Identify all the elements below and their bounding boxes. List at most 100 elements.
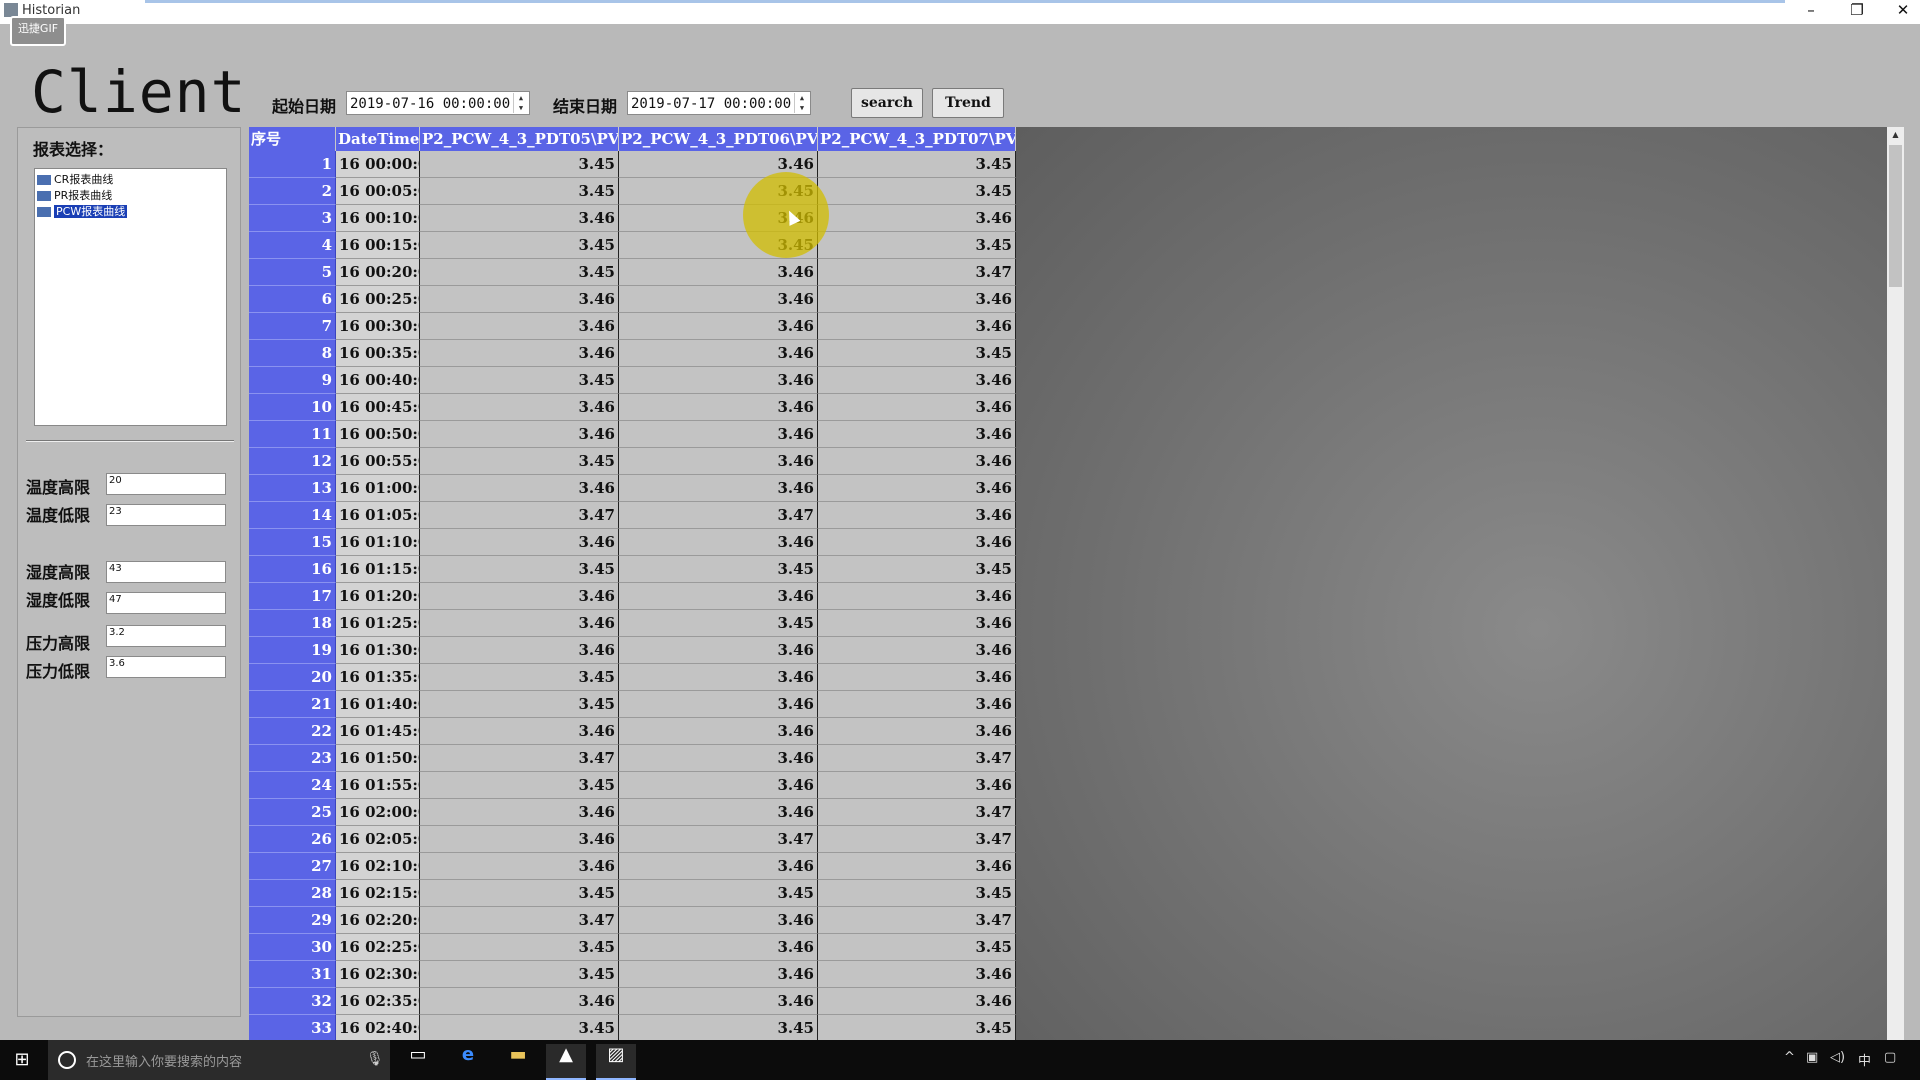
row-pdt07-cell[interactable]: 3.45 xyxy=(818,232,1016,259)
row-pdt07-cell[interactable]: 3.46 xyxy=(818,475,1016,502)
row-pdt07-cell[interactable]: 3.46 xyxy=(818,637,1016,664)
row-pdt07-cell[interactable]: 3.47 xyxy=(818,799,1016,826)
table-row[interactable]: 2116 01:40:003.453.463.46 xyxy=(249,691,1016,718)
table-row[interactable]: 316 00:10:003.463.463.46 xyxy=(249,205,1016,232)
row-pdt06-cell[interactable]: 3.47 xyxy=(619,826,818,853)
row-index-cell[interactable]: 22 xyxy=(249,718,336,745)
row-pdt07-cell[interactable]: 3.46 xyxy=(818,610,1016,637)
table-row[interactable]: 2716 02:10:003.463.463.46 xyxy=(249,853,1016,880)
row-index-cell[interactable]: 23 xyxy=(249,745,336,772)
row-pdt06-cell[interactable]: 3.46 xyxy=(619,907,818,934)
tree-item-pcw[interactable]: PCW报表曲线 xyxy=(35,205,128,219)
row-pdt07-cell[interactable]: 3.45 xyxy=(818,178,1016,205)
row-pdt07-cell[interactable]: 3.45 xyxy=(818,880,1016,907)
row-index-cell[interactable]: 19 xyxy=(249,637,336,664)
row-pdt06-cell[interactable]: 3.46 xyxy=(619,583,818,610)
app-icon-1[interactable]: ▲ xyxy=(546,1044,586,1080)
table-row[interactable]: 716 00:30:003.463.463.46 xyxy=(249,313,1016,340)
row-datetime-cell[interactable]: 16 02:20:00 xyxy=(336,907,420,934)
row-pdt06-cell[interactable]: 3.46 xyxy=(619,421,818,448)
row-datetime-cell[interactable]: 16 01:10:00 xyxy=(336,529,420,556)
row-index-cell[interactable]: 29 xyxy=(249,907,336,934)
row-index-cell[interactable]: 20 xyxy=(249,664,336,691)
row-datetime-cell[interactable]: 16 01:30:00 xyxy=(336,637,420,664)
row-datetime-cell[interactable]: 16 01:25:00 xyxy=(336,610,420,637)
row-pdt06-cell[interactable]: 3.46 xyxy=(619,799,818,826)
row-pdt05-cell[interactable]: 3.45 xyxy=(420,664,619,691)
table-row[interactable]: 1116 00:50:003.463.463.46 xyxy=(249,421,1016,448)
row-pdt06-cell[interactable]: 3.46 xyxy=(619,745,818,772)
row-index-cell[interactable]: 13 xyxy=(249,475,336,502)
table-row[interactable]: 1616 01:15:003.453.453.45 xyxy=(249,556,1016,583)
row-datetime-cell[interactable]: 16 00:50:00 xyxy=(336,421,420,448)
windows-start-icon[interactable]: ⊞ xyxy=(12,1050,32,1070)
row-pdt05-cell[interactable]: 3.47 xyxy=(420,907,619,934)
row-pdt07-cell[interactable]: 3.45 xyxy=(818,556,1016,583)
row-pdt05-cell[interactable]: 3.45 xyxy=(420,880,619,907)
spin-up-icon[interactable]: ▲ xyxy=(795,93,809,103)
row-pdt05-cell[interactable]: 3.46 xyxy=(420,475,619,502)
row-datetime-cell[interactable]: 16 02:35:00 xyxy=(336,988,420,1015)
row-datetime-cell[interactable]: 16 01:20:00 xyxy=(336,583,420,610)
table-row[interactable]: 2316 01:50:003.473.463.47 xyxy=(249,745,1016,772)
row-pdt06-cell[interactable]: 3.46 xyxy=(619,475,818,502)
table-row[interactable]: 1016 00:45:003.463.463.46 xyxy=(249,394,1016,421)
row-pdt05-cell[interactable]: 3.45 xyxy=(420,367,619,394)
row-datetime-cell[interactable]: 16 00:35:00 xyxy=(336,340,420,367)
row-pdt07-cell[interactable]: 3.47 xyxy=(818,907,1016,934)
table-row[interactable]: 1516 01:10:003.463.463.46 xyxy=(249,529,1016,556)
task-view-icon[interactable]: ▭ xyxy=(398,1044,438,1078)
row-pdt05-cell[interactable]: 3.45 xyxy=(420,259,619,286)
row-datetime-cell[interactable]: 16 00:00:00 xyxy=(336,151,420,178)
row-index-cell[interactable]: 11 xyxy=(249,421,336,448)
scroll-up-icon[interactable]: ▲ xyxy=(1887,127,1904,143)
row-pdt06-cell[interactable]: 3.46 xyxy=(619,394,818,421)
row-datetime-cell[interactable]: 16 00:10:00 xyxy=(336,205,420,232)
row-datetime-cell[interactable]: 16 01:35:00 xyxy=(336,664,420,691)
table-row[interactable]: 2516 02:00:003.463.463.47 xyxy=(249,799,1016,826)
row-datetime-cell[interactable]: 16 00:20:00 xyxy=(336,259,420,286)
row-pdt05-cell[interactable]: 3.45 xyxy=(420,691,619,718)
row-datetime-cell[interactable]: 16 00:55:00 xyxy=(336,448,420,475)
table-row[interactable]: 1916 01:30:003.463.463.46 xyxy=(249,637,1016,664)
row-pdt07-cell[interactable]: 3.46 xyxy=(818,205,1016,232)
row-pdt05-cell[interactable]: 3.46 xyxy=(420,988,619,1015)
table-row[interactable]: 3116 02:30:003.453.463.46 xyxy=(249,961,1016,988)
row-pdt07-cell[interactable]: 3.46 xyxy=(818,583,1016,610)
vertical-scrollbar[interactable]: ▲ xyxy=(1887,127,1904,1040)
row-pdt06-cell[interactable]: 3.46 xyxy=(619,718,818,745)
row-pdt05-cell[interactable]: 3.46 xyxy=(420,529,619,556)
row-pdt07-cell[interactable]: 3.46 xyxy=(818,961,1016,988)
row-pdt07-cell[interactable]: 3.46 xyxy=(818,718,1016,745)
start-date-spinner[interactable]: ▲ ▼ xyxy=(513,93,528,113)
microphone-icon[interactable]: 🎙 xyxy=(366,1051,384,1067)
humidity-high-input[interactable]: 43 xyxy=(106,561,226,583)
row-pdt06-cell[interactable]: 3.45 xyxy=(619,1015,818,1040)
temp-low-input[interactable]: 23 xyxy=(106,504,226,526)
column-header-datetime[interactable]: DateTime xyxy=(336,127,420,151)
row-index-cell[interactable]: 9 xyxy=(249,367,336,394)
row-index-cell[interactable]: 14 xyxy=(249,502,336,529)
row-pdt07-cell[interactable]: 3.46 xyxy=(818,448,1016,475)
row-pdt05-cell[interactable]: 3.45 xyxy=(420,961,619,988)
row-datetime-cell[interactable]: 16 00:15:00 xyxy=(336,232,420,259)
row-pdt06-cell[interactable]: 3.46 xyxy=(619,529,818,556)
row-pdt06-cell[interactable]: 3.46 xyxy=(619,367,818,394)
row-pdt07-cell[interactable]: 3.45 xyxy=(818,1015,1016,1040)
row-pdt07-cell[interactable]: 3.46 xyxy=(818,394,1016,421)
row-pdt05-cell[interactable]: 3.45 xyxy=(420,934,619,961)
table-row[interactable]: 2216 01:45:003.463.463.46 xyxy=(249,718,1016,745)
table-row[interactable]: 2016 01:35:003.453.463.46 xyxy=(249,664,1016,691)
row-datetime-cell[interactable]: 16 00:30:00 xyxy=(336,313,420,340)
row-pdt05-cell[interactable]: 3.46 xyxy=(420,799,619,826)
row-pdt06-cell[interactable]: 3.47 xyxy=(619,502,818,529)
row-pdt05-cell[interactable]: 3.46 xyxy=(420,205,619,232)
row-pdt06-cell[interactable]: 3.46 xyxy=(619,961,818,988)
end-date-picker[interactable]: 2019-07-17 00:00:00 ▲ ▼ xyxy=(627,91,811,115)
row-index-cell[interactable]: 3 xyxy=(249,205,336,232)
row-pdt07-cell[interactable]: 3.47 xyxy=(818,259,1016,286)
row-pdt05-cell[interactable]: 3.46 xyxy=(420,610,619,637)
row-pdt06-cell[interactable]: 3.46 xyxy=(619,286,818,313)
row-pdt05-cell[interactable]: 3.46 xyxy=(420,421,619,448)
row-pdt05-cell[interactable]: 3.45 xyxy=(420,1015,619,1040)
